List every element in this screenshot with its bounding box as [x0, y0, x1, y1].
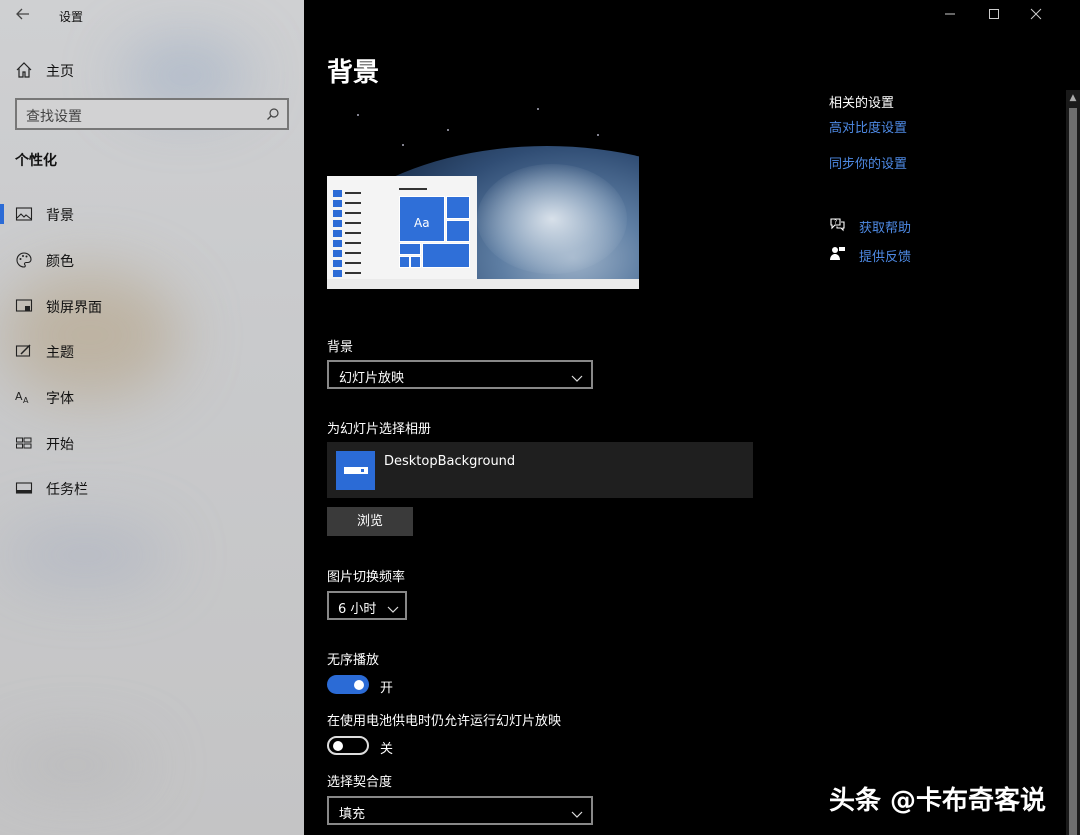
svg-text:?: ? [834, 219, 837, 226]
sidebar: 设置 主页 查找设置 个性化 背景 颜色 锁屏界面 主题 A A 字体 开始 任… [0, 0, 304, 835]
toggle-knob [354, 679, 364, 690]
sidebar-item-label: 主题 [46, 345, 74, 361]
dropdown-value: 幻灯片放映 [339, 371, 405, 386]
lock-screen-icon [15, 297, 33, 315]
desktop-mockup: Aa [327, 176, 639, 289]
palette-icon [15, 251, 33, 269]
taskbar-icon [15, 479, 33, 497]
toggle-knob [333, 740, 343, 751]
shuffle-label: 无序播放 [327, 653, 380, 668]
acrylic-blur [0, 740, 150, 790]
chevron-down-icon [387, 600, 399, 613]
sidebar-item-label: 字体 [46, 391, 74, 407]
album-item[interactable]: DesktopBackground [327, 442, 753, 498]
scrollbar[interactable]: ▲ [1066, 90, 1080, 835]
sidebar-item-label: 任务栏 [46, 482, 88, 498]
sidebar-item-color[interactable]: 颜色 [0, 243, 304, 277]
minimize-icon[interactable] [940, 6, 960, 26]
sidebar-item-start[interactable]: 开始 [0, 426, 304, 460]
svg-text:A: A [15, 390, 23, 403]
battery-label: 在使用电池供电时仍允许运行幻灯片放映 [327, 714, 562, 729]
battery-state: 关 [380, 742, 394, 757]
font-icon: AA [15, 388, 33, 406]
picture-icon [15, 205, 33, 223]
page-title: 背景 [327, 58, 380, 88]
background-type-dropdown[interactable]: 幻灯片放映 [327, 360, 593, 389]
shuffle-toggle[interactable] [327, 675, 369, 694]
fit-label: 选择契合度 [327, 775, 393, 790]
sidebar-item-label: 颜色 [46, 254, 74, 270]
feedback-icon [829, 245, 846, 262]
tile-text: Aa [414, 216, 430, 230]
sidebar-item-label: 主页 [46, 64, 74, 80]
sidebar-item-lock-screen[interactable]: 锁屏界面 [0, 289, 304, 323]
fit-dropdown[interactable]: 填充 [327, 796, 593, 825]
battery-toggle[interactable] [327, 736, 369, 755]
sidebar-item-label: 背景 [46, 208, 74, 224]
window-controls [930, 0, 1080, 32]
scroll-thumb[interactable] [1069, 108, 1077, 835]
related-settings-title: 相关的设置 [829, 96, 895, 111]
browse-button[interactable]: 浏览 [327, 507, 413, 536]
frequency-dropdown[interactable]: 6 小时 [327, 591, 407, 620]
section-title: 个性化 [15, 153, 57, 169]
svg-text:A: A [23, 396, 29, 405]
high-contrast-link[interactable]: 高对比度设置 [829, 117, 907, 136]
sidebar-item-label: 开始 [46, 437, 74, 453]
sidebar-item-themes[interactable]: 主题 [0, 334, 304, 368]
chevron-down-icon [571, 369, 583, 382]
home-icon [15, 61, 33, 79]
watermark: 头条 @卡布奇客说 [829, 786, 1047, 816]
sidebar-item-taskbar[interactable]: 任务栏 [0, 471, 304, 505]
acrylic-blur [0, 525, 170, 585]
sync-settings-link[interactable]: 同步你的设置 [829, 153, 907, 172]
title-bar: 设置 [0, 0, 304, 32]
help-chat-icon: ? [829, 216, 846, 233]
give-feedback-link[interactable]: 提供反馈 [859, 246, 911, 265]
shuffle-state: 开 [380, 681, 394, 696]
search-icon[interactable] [266, 106, 280, 120]
get-help-link[interactable]: 获取帮助 [859, 217, 911, 236]
chevron-down-icon [571, 805, 583, 818]
theme-icon [15, 342, 33, 360]
back-arrow-icon[interactable] [12, 6, 34, 26]
album-label: 为幻灯片选择相册 [327, 422, 432, 437]
sidebar-item-fonts[interactable]: AA 字体 [0, 380, 304, 414]
background-preview: Aa [327, 94, 639, 289]
album-name: DesktopBackground [384, 454, 516, 469]
app-title: 设置 [59, 10, 84, 24]
frequency-label: 图片切换频率 [327, 570, 406, 585]
sidebar-item-home[interactable]: 主页 [0, 56, 304, 84]
start-icon [15, 434, 33, 452]
scroll-up-icon[interactable]: ▲ [1066, 90, 1080, 106]
search-placeholder: 查找设置 [26, 109, 82, 125]
background-label: 背景 [327, 340, 354, 355]
sidebar-item-label: 锁屏界面 [46, 300, 102, 316]
sidebar-item-background[interactable]: 背景 [0, 197, 304, 231]
folder-icon [336, 451, 375, 490]
close-icon[interactable] [1026, 6, 1046, 26]
search-input[interactable]: 查找设置 [15, 98, 289, 130]
dropdown-value: 填充 [339, 807, 366, 822]
maximize-icon[interactable] [984, 6, 1004, 26]
dropdown-value: 6 小时 [338, 602, 377, 617]
